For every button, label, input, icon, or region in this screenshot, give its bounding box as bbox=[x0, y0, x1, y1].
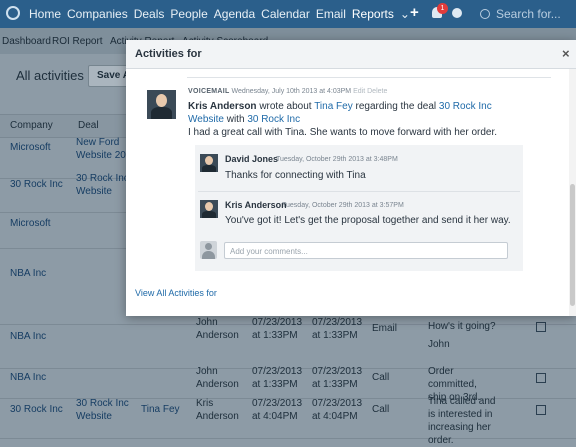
row-date: 07/23/2013 at 4:04PM bbox=[252, 398, 303, 422]
search-box[interactable]: Search for... bbox=[480, 7, 561, 21]
row-type: Call bbox=[372, 404, 390, 415]
nav-item-calendar[interactable]: Calendar bbox=[261, 7, 310, 21]
row-date: 07/23/2013 at 1:33PM bbox=[252, 366, 303, 390]
activity-type: VOICEMAIL bbox=[188, 88, 230, 95]
nav-item-home[interactable]: Home bbox=[29, 7, 61, 21]
edit-icon[interactable] bbox=[536, 373, 546, 383]
add-icon[interactable]: + bbox=[410, 4, 419, 21]
avatar bbox=[147, 90, 176, 119]
modal-body: VOICEMAIL Wednesday, July 10th 2013 at 4… bbox=[126, 69, 569, 316]
nav-item-reports[interactable]: Reports bbox=[352, 7, 394, 21]
row-date: 07/23/2013 at 1:33PM bbox=[252, 317, 303, 341]
row-company[interactable]: Microsoft bbox=[10, 217, 51, 230]
row-company[interactable]: NBA Inc bbox=[10, 371, 46, 384]
comment-time: Tuesday, October 29th 2013 at 3:48PM bbox=[276, 156, 398, 163]
chevron-down-icon[interactable]: ⌄ bbox=[400, 7, 410, 21]
activity-date: Wednesday, July 10th 2013 at 4:03PM bbox=[231, 88, 352, 95]
row-time: 07/23/2013 at 4:04PM bbox=[312, 398, 363, 422]
nav-item-agenda[interactable]: Agenda bbox=[214, 7, 255, 21]
activity-message: I had a great call with Tina. She wants … bbox=[188, 127, 498, 138]
nav-item-companies[interactable]: Companies bbox=[67, 7, 128, 21]
modal-title: Activities for bbox=[135, 48, 202, 60]
comment-time: Tuesday, October 29th 2013 at 3:57PM bbox=[282, 202, 404, 209]
row-company[interactable]: 30 Rock Inc bbox=[10, 178, 63, 191]
row-time: 07/23/2013 at 1:33PM bbox=[312, 366, 363, 390]
person-link[interactable]: Tina Fey bbox=[314, 101, 353, 112]
nav-item-people[interactable]: People bbox=[170, 7, 207, 21]
row-deal[interactable]: 30 Rock Inc Website bbox=[76, 397, 138, 423]
search-icon bbox=[480, 9, 490, 19]
main-nav: Home Companies Deals People Agenda Calen… bbox=[29, 7, 416, 21]
row-user: John Anderson bbox=[196, 317, 239, 341]
column-header-deal[interactable]: Deal bbox=[78, 120, 99, 131]
view-all-activities-link[interactable]: View All Activities for bbox=[135, 288, 217, 298]
column-header-company[interactable]: Company bbox=[10, 120, 53, 131]
row-user: Kris Anderson bbox=[196, 398, 239, 422]
user-placeholder-icon bbox=[200, 241, 217, 259]
activity-meta: VOICEMAIL Wednesday, July 10th 2013 at 4… bbox=[188, 88, 387, 95]
activity-filter-dropdown[interactable]: All activities ⌄ bbox=[16, 68, 98, 84]
row-person[interactable]: Tina Fey bbox=[141, 403, 180, 416]
divider bbox=[198, 191, 520, 192]
notification-badge: 1 bbox=[437, 3, 448, 14]
scrollbar-thumb[interactable] bbox=[570, 184, 575, 306]
row-company[interactable]: NBA Inc bbox=[10, 267, 46, 280]
comment-text: You've got it! Let's get the proposal to… bbox=[225, 215, 511, 226]
company-link[interactable]: 30 Rock Inc bbox=[247, 114, 300, 125]
activity-author: Kris Anderson bbox=[188, 101, 257, 112]
edit-icon[interactable] bbox=[536, 322, 546, 332]
avatar bbox=[200, 154, 218, 172]
row-notes-signature: John bbox=[428, 339, 450, 350]
app-logo-icon[interactable] bbox=[6, 6, 20, 20]
comment-text: Thanks for connecting with Tina bbox=[225, 170, 366, 181]
row-company[interactable]: NBA Inc bbox=[10, 330, 46, 343]
delete-link[interactable]: Delete bbox=[367, 88, 387, 95]
modal-scrollbar[interactable] bbox=[569, 69, 576, 316]
table-row[interactable]: NBA Inc John Anderson 07/23/2013 at 1:33… bbox=[0, 317, 576, 369]
search-placeholder: Search for... bbox=[496, 7, 561, 21]
top-navigation: Home Companies Deals People Agenda Calen… bbox=[0, 0, 576, 28]
comment-author: Kris Anderson bbox=[225, 200, 287, 210]
tab-roi-report[interactable]: ROI Report bbox=[52, 36, 103, 47]
row-time: 07/23/2013 at 1:33PM bbox=[312, 317, 363, 341]
row-company[interactable]: 30 Rock Inc bbox=[10, 403, 63, 416]
avatar bbox=[200, 200, 218, 218]
nav-item-email[interactable]: Email bbox=[316, 7, 346, 21]
comment-input[interactable]: Add your comments... bbox=[224, 242, 508, 259]
row-company[interactable]: Microsoft bbox=[10, 141, 51, 154]
close-icon[interactable]: × bbox=[562, 46, 570, 61]
divider bbox=[187, 77, 551, 78]
tab-dashboard[interactable]: Dashboard bbox=[2, 36, 51, 47]
row-notes: How's it going? bbox=[428, 321, 496, 332]
row-type: Call bbox=[372, 372, 390, 383]
nav-item-deals[interactable]: Deals bbox=[134, 7, 165, 21]
edit-icon[interactable] bbox=[536, 405, 546, 415]
row-notes: Tina called and is interested in increas… bbox=[428, 396, 496, 446]
activities-modal: Activities for × VOICEMAIL Wednesday, Ju… bbox=[126, 40, 576, 316]
activity-summary: Kris Anderson wrote about Tina Fey regar… bbox=[188, 101, 492, 125]
table-row[interactable]: 30 Rock Inc 30 Rock Inc Website Tina Fey… bbox=[0, 396, 576, 446]
comments-panel: David Jones Tuesday, October 29th 2013 a… bbox=[195, 145, 523, 271]
edit-link[interactable]: Edit bbox=[353, 88, 365, 95]
comment-author: David Jones bbox=[225, 154, 279, 164]
modal-header: Activities for × bbox=[126, 40, 576, 69]
gear-icon[interactable] bbox=[452, 8, 462, 18]
row-user: John Anderson bbox=[196, 366, 239, 390]
row-type: Email bbox=[372, 323, 398, 334]
